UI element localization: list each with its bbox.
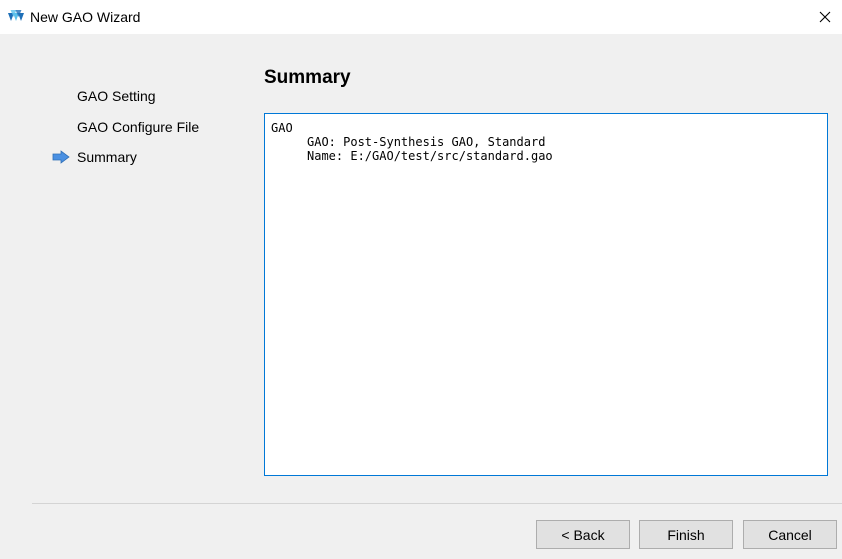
gowin-logo-icon [7,9,25,25]
wizard-window: New GAO Wizard GAO Setting GAO Configure… [0,0,842,559]
back-button[interactable]: < Back [536,520,630,549]
summary-line: Name: E:/GAO/test/src/standard.gao [307,149,553,163]
summary-text-area[interactable]: GAO GAO: Post-Synthesis GAO, Standard Name… [264,113,828,476]
nav-step-summary: Summary [77,149,137,165]
page-title: Summary [264,67,351,88]
close-icon [819,11,831,23]
footer-divider [32,503,842,504]
cancel-button[interactable]: Cancel [743,520,837,549]
arrow-right-icon [52,150,70,164]
title-bar: New GAO Wizard [0,0,842,34]
close-button[interactable] [808,0,842,34]
nav-step-gao-configure-file: GAO Configure File [77,119,200,135]
summary-line: GAO: Post-Synthesis GAO, Standard [307,135,546,149]
window-title: New GAO Wizard [30,9,141,25]
summary-line: GAO [271,121,293,135]
nav-step-gao-setting: GAO Setting [77,88,156,104]
wizard-steps-nav: GAO Setting GAO Configure File Summary [0,34,250,334]
finish-button[interactable]: Finish [639,520,733,549]
